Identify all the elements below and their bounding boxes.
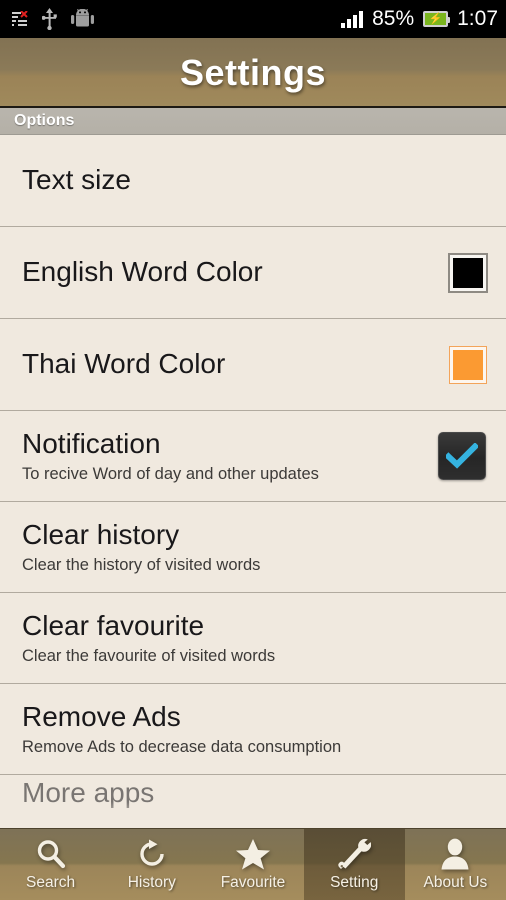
- setting-row-clear-history[interactable]: Clear history Clear the history of visit…: [0, 502, 506, 593]
- section-header-options: Options: [0, 108, 506, 135]
- section-header-label: Options: [14, 112, 75, 129]
- tab-label: About Us: [423, 873, 488, 891]
- checkbox-checked[interactable]: [438, 432, 486, 480]
- setting-row-notification[interactable]: Notification To recive Word of day and o…: [0, 411, 506, 502]
- tab-setting[interactable]: Setting: [303, 829, 405, 900]
- magnifier-icon: [35, 838, 67, 871]
- setting-title: More apps: [22, 777, 155, 808]
- setting-row-text-size[interactable]: Text size: [0, 135, 506, 227]
- tab-about-us[interactable]: About Us: [405, 829, 506, 900]
- signal-bars-icon: [341, 10, 364, 28]
- clock-label: 1:07: [457, 7, 498, 30]
- setting-row-more-apps[interactable]: More apps: [0, 775, 506, 815]
- status-bar-right: 85% ⚡ 1:07: [341, 7, 498, 31]
- battery-charging-icon: ⚡: [423, 11, 451, 27]
- setting-title: Notification: [22, 428, 161, 460]
- tools-icon: [337, 838, 372, 871]
- status-bar: 85% ⚡ 1:07: [0, 0, 506, 38]
- android-robot-icon: [71, 9, 94, 29]
- setting-subtitle: Remove Ads to decrease data consumption: [22, 737, 342, 756]
- status-bar-left-icons: [12, 8, 94, 30]
- setting-title: Text size: [22, 164, 131, 196]
- tab-history[interactable]: History: [101, 829, 202, 900]
- notification-checkbox[interactable]: [438, 432, 486, 480]
- check-icon: [446, 443, 478, 469]
- setting-subtitle: To recive Word of day and other updates: [22, 464, 319, 483]
- thai-word-color-swatch[interactable]: [449, 345, 487, 384]
- setting-row-thai-word-color[interactable]: Thai Word Color: [0, 319, 506, 411]
- tab-label: Search: [26, 873, 76, 891]
- setting-subtitle: Clear the favourite of visited words: [22, 646, 276, 665]
- english-word-color-swatch[interactable]: [448, 252, 488, 293]
- battery-percent-label: 85%: [372, 7, 415, 30]
- setting-row-english-word-color[interactable]: English Word Color: [0, 227, 506, 319]
- refresh-arrow-icon: [136, 838, 168, 871]
- person-icon: [440, 838, 470, 871]
- tab-favourite[interactable]: Favourite: [202, 829, 303, 900]
- tab-label: History: [127, 873, 176, 891]
- tab-label: Favourite: [220, 873, 286, 891]
- setting-title: Clear favourite: [22, 610, 205, 642]
- settings-list[interactable]: Text size English Word Color Thai Word C…: [0, 135, 506, 828]
- tab-search[interactable]: Search: [0, 829, 101, 900]
- setting-title: English Word Color: [22, 256, 263, 288]
- usb-icon: [42, 8, 57, 30]
- setting-subtitle: Clear the history of visited words: [22, 555, 261, 574]
- star-icon: [235, 838, 271, 871]
- color-swatch-orange[interactable]: [449, 345, 487, 384]
- color-swatch-black[interactable]: [448, 252, 488, 293]
- bottom-tab-bar[interactable]: Search History Favourite Setting About U…: [0, 828, 506, 900]
- setting-title: Thai Word Color: [22, 348, 226, 380]
- page-title: Settings: [179, 52, 326, 93]
- bolt-glyph: ⚡: [428, 12, 443, 25]
- sync-disabled-icon: [12, 10, 28, 28]
- tab-label: Setting: [330, 873, 379, 891]
- setting-row-clear-favourite[interactable]: Clear favourite Clear the favourite of v…: [0, 593, 506, 684]
- app-title-bar: Settings: [0, 38, 506, 108]
- setting-title: Clear history: [22, 519, 180, 551]
- setting-title: Remove Ads: [22, 701, 181, 733]
- setting-row-remove-ads[interactable]: Remove Ads Remove Ads to decrease data c…: [0, 684, 506, 775]
